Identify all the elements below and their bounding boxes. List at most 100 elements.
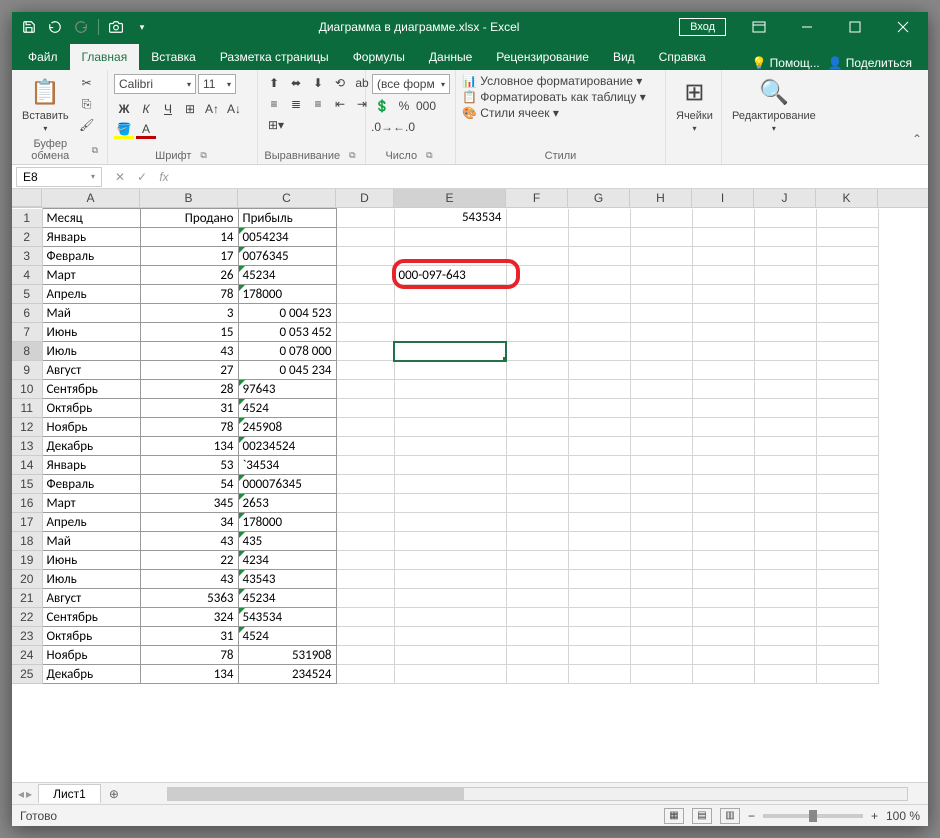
cell[interactable]: Август bbox=[42, 361, 140, 380]
cell[interactable]: `34534 bbox=[238, 456, 336, 475]
font-name-combo[interactable]: Calibri ▾ bbox=[114, 74, 196, 94]
col-header-K[interactable]: K bbox=[816, 189, 878, 207]
cell[interactable] bbox=[568, 342, 630, 361]
underline-button[interactable]: Ч bbox=[158, 100, 178, 118]
comma-icon[interactable]: 000 bbox=[416, 97, 436, 115]
cell[interactable] bbox=[816, 247, 878, 266]
cell[interactable] bbox=[506, 494, 568, 513]
cell[interactable] bbox=[816, 494, 878, 513]
tab-help[interactable]: Справка bbox=[647, 44, 718, 70]
cell[interactable] bbox=[816, 551, 878, 570]
cell[interactable]: 4234 bbox=[238, 551, 336, 570]
cell[interactable] bbox=[506, 380, 568, 399]
cell[interactable] bbox=[506, 608, 568, 627]
cell[interactable] bbox=[754, 399, 816, 418]
cell[interactable] bbox=[336, 323, 394, 342]
col-header-C[interactable]: C bbox=[238, 189, 336, 207]
cell[interactable]: 00234524 bbox=[238, 437, 336, 456]
cell[interactable] bbox=[692, 551, 754, 570]
cell[interactable]: Январь bbox=[42, 228, 140, 247]
cell[interactable] bbox=[394, 627, 506, 646]
cell[interactable] bbox=[568, 437, 630, 456]
cell[interactable] bbox=[754, 570, 816, 589]
view-normal-icon[interactable]: ▦ bbox=[664, 808, 684, 824]
horizontal-scrollbar[interactable] bbox=[167, 787, 908, 801]
cell[interactable]: 78 bbox=[140, 418, 238, 437]
row-header[interactable]: 9 bbox=[12, 361, 42, 380]
cell[interactable] bbox=[394, 570, 506, 589]
cell[interactable] bbox=[630, 342, 692, 361]
cell[interactable]: Декабрь bbox=[42, 665, 140, 684]
cell[interactable] bbox=[754, 513, 816, 532]
cell[interactable] bbox=[394, 418, 506, 437]
col-header-D[interactable]: D bbox=[336, 189, 394, 207]
cell[interactable] bbox=[692, 285, 754, 304]
row-header[interactable]: 10 bbox=[12, 380, 42, 399]
row-header[interactable]: 14 bbox=[12, 456, 42, 475]
italic-button[interactable]: К bbox=[136, 100, 156, 118]
cell[interactable] bbox=[394, 380, 506, 399]
cell[interactable] bbox=[692, 627, 754, 646]
cell[interactable]: Март bbox=[42, 494, 140, 513]
cell[interactable]: Июль bbox=[42, 570, 140, 589]
cell[interactable] bbox=[692, 608, 754, 627]
zoom-slider[interactable] bbox=[763, 814, 863, 818]
cell[interactable] bbox=[816, 532, 878, 551]
share-button[interactable]: 👤 Поделиться bbox=[828, 56, 912, 70]
login-button[interactable]: Вход bbox=[679, 18, 726, 36]
cell[interactable]: Июнь bbox=[42, 551, 140, 570]
cell[interactable] bbox=[816, 399, 878, 418]
paste-button[interactable]: 📋 Вставить ▾ bbox=[18, 74, 73, 135]
tell-me-button[interactable]: 💡 Помощ... bbox=[752, 56, 820, 70]
cell[interactable] bbox=[630, 665, 692, 684]
cell[interactable] bbox=[816, 570, 878, 589]
cell[interactable]: 78 bbox=[140, 646, 238, 665]
row-header[interactable]: 12 bbox=[12, 418, 42, 437]
col-header-F[interactable]: F bbox=[506, 189, 568, 207]
zoom-out-icon[interactable]: − bbox=[748, 809, 755, 823]
cell[interactable] bbox=[336, 361, 394, 380]
cell[interactable] bbox=[630, 361, 692, 380]
cell[interactable] bbox=[394, 361, 506, 380]
cell[interactable] bbox=[506, 418, 568, 437]
cell[interactable] bbox=[506, 570, 568, 589]
cell[interactable] bbox=[692, 570, 754, 589]
cell[interactable]: 53 bbox=[140, 456, 238, 475]
cell[interactable] bbox=[692, 228, 754, 247]
cell[interactable]: 4524 bbox=[238, 627, 336, 646]
cell[interactable] bbox=[816, 513, 878, 532]
cell[interactable] bbox=[816, 646, 878, 665]
cell[interactable] bbox=[630, 513, 692, 532]
row-header[interactable]: 19 bbox=[12, 551, 42, 570]
cell[interactable] bbox=[336, 285, 394, 304]
cell[interactable] bbox=[506, 551, 568, 570]
cell[interactable] bbox=[506, 228, 568, 247]
row-header[interactable]: 11 bbox=[12, 399, 42, 418]
cell[interactable] bbox=[506, 437, 568, 456]
zoom-level[interactable]: 100 % bbox=[886, 809, 920, 823]
cell[interactable]: Ноябрь bbox=[42, 646, 140, 665]
cell[interactable]: 43 bbox=[140, 570, 238, 589]
cell[interactable] bbox=[568, 380, 630, 399]
cell[interactable] bbox=[816, 437, 878, 456]
cell[interactable] bbox=[506, 475, 568, 494]
cell[interactable] bbox=[394, 304, 506, 323]
cell[interactable] bbox=[336, 304, 394, 323]
cell[interactable]: 26 bbox=[140, 266, 238, 285]
cancel-formula-icon[interactable]: ✕ bbox=[110, 167, 130, 187]
close-icon[interactable] bbox=[880, 12, 926, 42]
cell[interactable] bbox=[506, 209, 568, 228]
cell[interactable] bbox=[630, 627, 692, 646]
cell[interactable]: 54 bbox=[140, 475, 238, 494]
row-header[interactable]: 21 bbox=[12, 589, 42, 608]
save-icon[interactable] bbox=[18, 16, 40, 38]
cell[interactable] bbox=[336, 513, 394, 532]
cell[interactable] bbox=[816, 627, 878, 646]
view-page-layout-icon[interactable]: ▤ bbox=[692, 808, 712, 824]
cell[interactable]: 543534 bbox=[394, 209, 506, 228]
row-header[interactable]: 18 bbox=[12, 532, 42, 551]
cell[interactable]: 0076345 bbox=[238, 247, 336, 266]
col-header-I[interactable]: I bbox=[692, 189, 754, 207]
cell[interactable]: 543534 bbox=[238, 608, 336, 627]
col-header-G[interactable]: G bbox=[568, 189, 630, 207]
